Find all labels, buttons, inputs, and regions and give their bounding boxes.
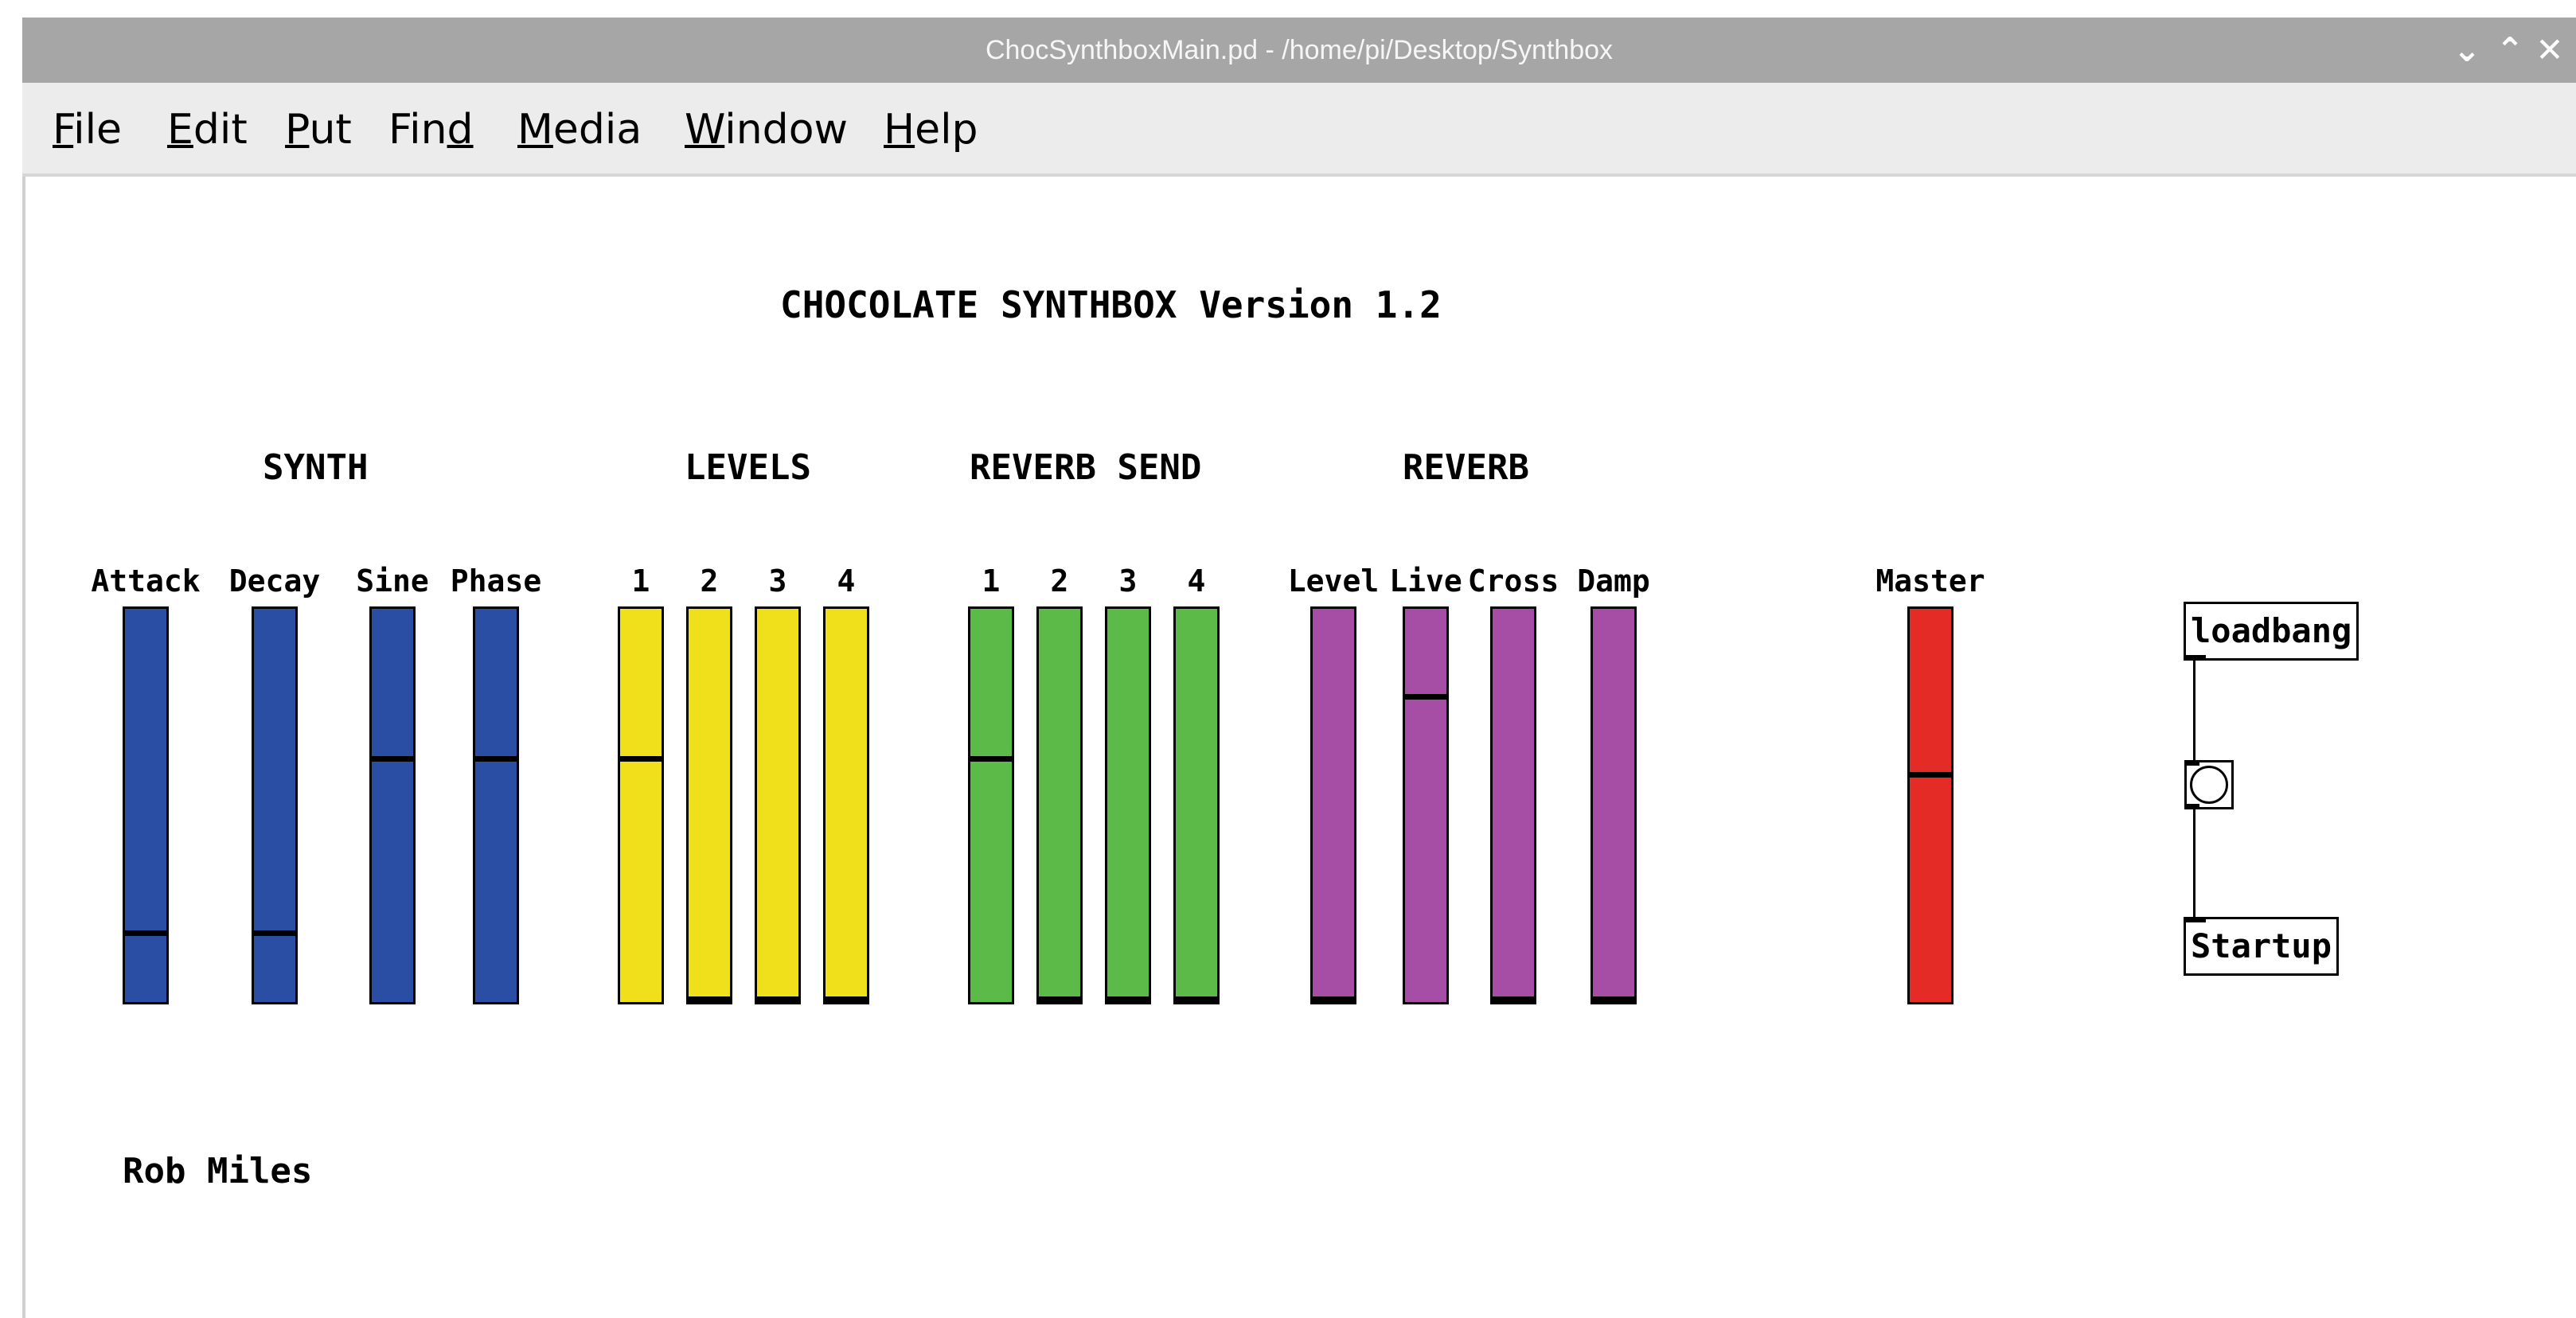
- patch-title: CHOCOLATE SYNTHBOX Version 1.2: [780, 283, 1442, 326]
- slider-levels-4[interactable]: [618, 606, 664, 1004]
- slider-levels-7[interactable]: [823, 606, 869, 1004]
- canvas-left-border: [22, 177, 25, 1318]
- menu-file[interactable]: File: [53, 102, 122, 158]
- wire-bang-startup: [2193, 809, 2195, 918]
- slider-knob[interactable]: [1107, 996, 1149, 1002]
- slider-knob[interactable]: [1039, 996, 1080, 1002]
- slider-send-8[interactable]: [968, 606, 1014, 1004]
- loadbang-outlet[interactable]: [2185, 655, 2206, 661]
- slider-label-send-9: 2: [1050, 563, 1069, 599]
- window-title: ChocSynthboxMain.pd - /home/pi/Desktop/S…: [985, 35, 1614, 65]
- slider-label-reverb-15: Damp: [1577, 563, 1650, 599]
- startup-inlet[interactable]: [2185, 917, 2206, 922]
- slider-synth-2[interactable]: [369, 606, 416, 1004]
- menu-help[interactable]: Help: [884, 102, 978, 158]
- slider-reverb-15[interactable]: [1590, 606, 1637, 1004]
- slider-knob[interactable]: [825, 996, 867, 1002]
- menu-window[interactable]: Window: [685, 102, 848, 158]
- section-levels-heading: LEVELS: [685, 447, 811, 488]
- slider-synth-3[interactable]: [473, 606, 519, 1004]
- slider-levels-6[interactable]: [755, 606, 801, 1004]
- slider-label-levels-5: 2: [700, 563, 719, 599]
- slider-label-reverb-14: Cross: [1467, 563, 1559, 599]
- slider-knob[interactable]: [757, 996, 798, 1002]
- slider-knob[interactable]: [254, 930, 295, 936]
- slider-synth-0[interactable]: [123, 606, 169, 1004]
- menu-bar: File Edit Put Find Media Window Help: [22, 83, 2576, 177]
- slider-master-16[interactable]: [1907, 606, 1953, 1004]
- title-bar[interactable]: ChocSynthboxMain.pd - /home/pi/Desktop/S…: [22, 18, 2576, 83]
- slider-label-synth-1: Decay: [228, 563, 321, 599]
- bang-circle-icon: [2190, 766, 2228, 804]
- slider-reverb-12[interactable]: [1310, 606, 1356, 1004]
- slider-send-10[interactable]: [1105, 606, 1151, 1004]
- slider-knob[interactable]: [1176, 996, 1217, 1002]
- slider-knob[interactable]: [1405, 694, 1446, 700]
- slider-label-master-16: Master: [1875, 563, 1985, 599]
- slider-knob[interactable]: [125, 930, 166, 936]
- minimize-icon[interactable]: ⌄: [2442, 24, 2492, 76]
- slider-label-synth-3: Phase: [450, 563, 542, 599]
- menu-edit[interactable]: Edit: [167, 102, 248, 158]
- author-label: Rob Miles: [123, 1151, 313, 1191]
- slider-reverb-14[interactable]: [1490, 606, 1536, 1004]
- menu-put[interactable]: Put: [285, 102, 352, 158]
- slider-label-synth-0: Attack: [91, 563, 201, 599]
- loadbang-object[interactable]: loadbang: [2184, 602, 2359, 661]
- slider-levels-5[interactable]: [686, 606, 732, 1004]
- startup-object[interactable]: Startup: [2184, 917, 2340, 976]
- slider-label-reverb-13: Live: [1389, 563, 1462, 599]
- slider-knob[interactable]: [475, 756, 517, 762]
- slider-knob[interactable]: [1593, 996, 1634, 1002]
- slider-knob[interactable]: [970, 756, 1012, 762]
- slider-label-reverb-12: Level: [1287, 563, 1380, 599]
- wire-loadbang-bang: [2193, 661, 2195, 761]
- slider-label-synth-2: Sine: [356, 563, 429, 599]
- bang-button[interactable]: [2184, 760, 2234, 809]
- slider-knob[interactable]: [620, 756, 662, 762]
- menu-media[interactable]: Media: [517, 102, 642, 158]
- slider-label-send-10: 3: [1118, 563, 1138, 599]
- bang-inlet[interactable]: [2185, 760, 2199, 766]
- slider-knob[interactable]: [372, 756, 413, 762]
- bang-outlet[interactable]: [2185, 804, 2199, 809]
- slider-synth-1[interactable]: [252, 606, 298, 1004]
- close-icon[interactable]: ✕: [2525, 24, 2574, 76]
- slider-knob[interactable]: [1910, 772, 1951, 778]
- startup-label: Startup: [2191, 926, 2332, 965]
- slider-label-levels-7: 4: [837, 563, 856, 599]
- slider-knob[interactable]: [689, 996, 730, 1002]
- section-reverb-heading: REVERB: [1403, 447, 1529, 488]
- section-synth-heading: SYNTH: [263, 447, 369, 488]
- slider-knob[interactable]: [1313, 996, 1354, 1002]
- slider-label-levels-6: 3: [768, 563, 787, 599]
- slider-send-9[interactable]: [1036, 606, 1083, 1004]
- slider-reverb-13[interactable]: [1403, 606, 1449, 1004]
- slider-send-11[interactable]: [1173, 606, 1220, 1004]
- slider-label-send-8: 1: [982, 563, 1001, 599]
- slider-knob[interactable]: [1493, 996, 1534, 1002]
- slider-label-levels-4: 1: [631, 563, 650, 599]
- menu-find[interactable]: Find: [388, 102, 474, 158]
- loadbang-label: loadbang: [2191, 611, 2352, 650]
- slider-label-send-11: 4: [1187, 563, 1206, 599]
- section-reverb-send-heading: REVERB SEND: [970, 447, 1202, 488]
